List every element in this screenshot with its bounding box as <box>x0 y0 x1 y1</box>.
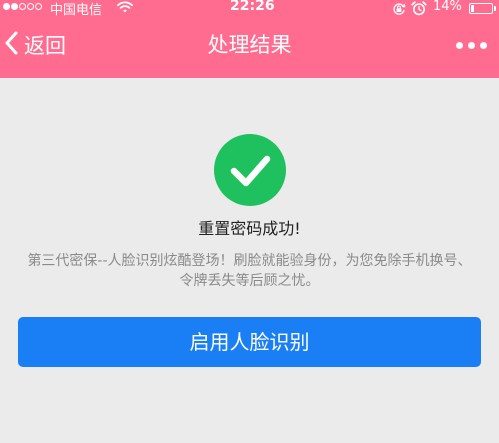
more-icon-dot <box>480 42 487 49</box>
wifi-icon <box>117 1 133 17</box>
battery-cap <box>494 6 496 11</box>
carrier-name: 中国电信 <box>50 3 103 18</box>
check-circle-icon <box>214 134 286 206</box>
alarm-icon <box>411 1 427 20</box>
battery-percent: 14% <box>433 0 462 14</box>
face-recognition-description: 第三代密保--人脸识别炫酷登场！刷脸就能验身份，为您免除手机换号、令牌丢失等后顾… <box>27 253 472 289</box>
chevron-left-icon <box>4 31 18 59</box>
signal-strength-icon <box>3 3 42 10</box>
back-button[interactable]: 返回 <box>4 28 66 62</box>
back-label: 返回 <box>24 34 66 58</box>
enable-face-recognition-button[interactable]: 启用人脸识别 <box>18 317 481 367</box>
status-time: 22:26 <box>230 0 275 14</box>
battery-icon <box>469 3 493 14</box>
status-bar: 中国电信 22:26 14% <box>0 0 499 18</box>
more-icon-dot <box>468 42 475 49</box>
page-title: 处理结果 <box>207 33 292 57</box>
more-button[interactable] <box>456 38 487 53</box>
success-message: 重置密码成功! <box>198 219 301 238</box>
more-icon <box>456 42 463 49</box>
rotation-lock-icon <box>392 2 406 20</box>
top-bar: 中国电信 22:26 14% 返回 处理结果 <box>0 0 499 78</box>
